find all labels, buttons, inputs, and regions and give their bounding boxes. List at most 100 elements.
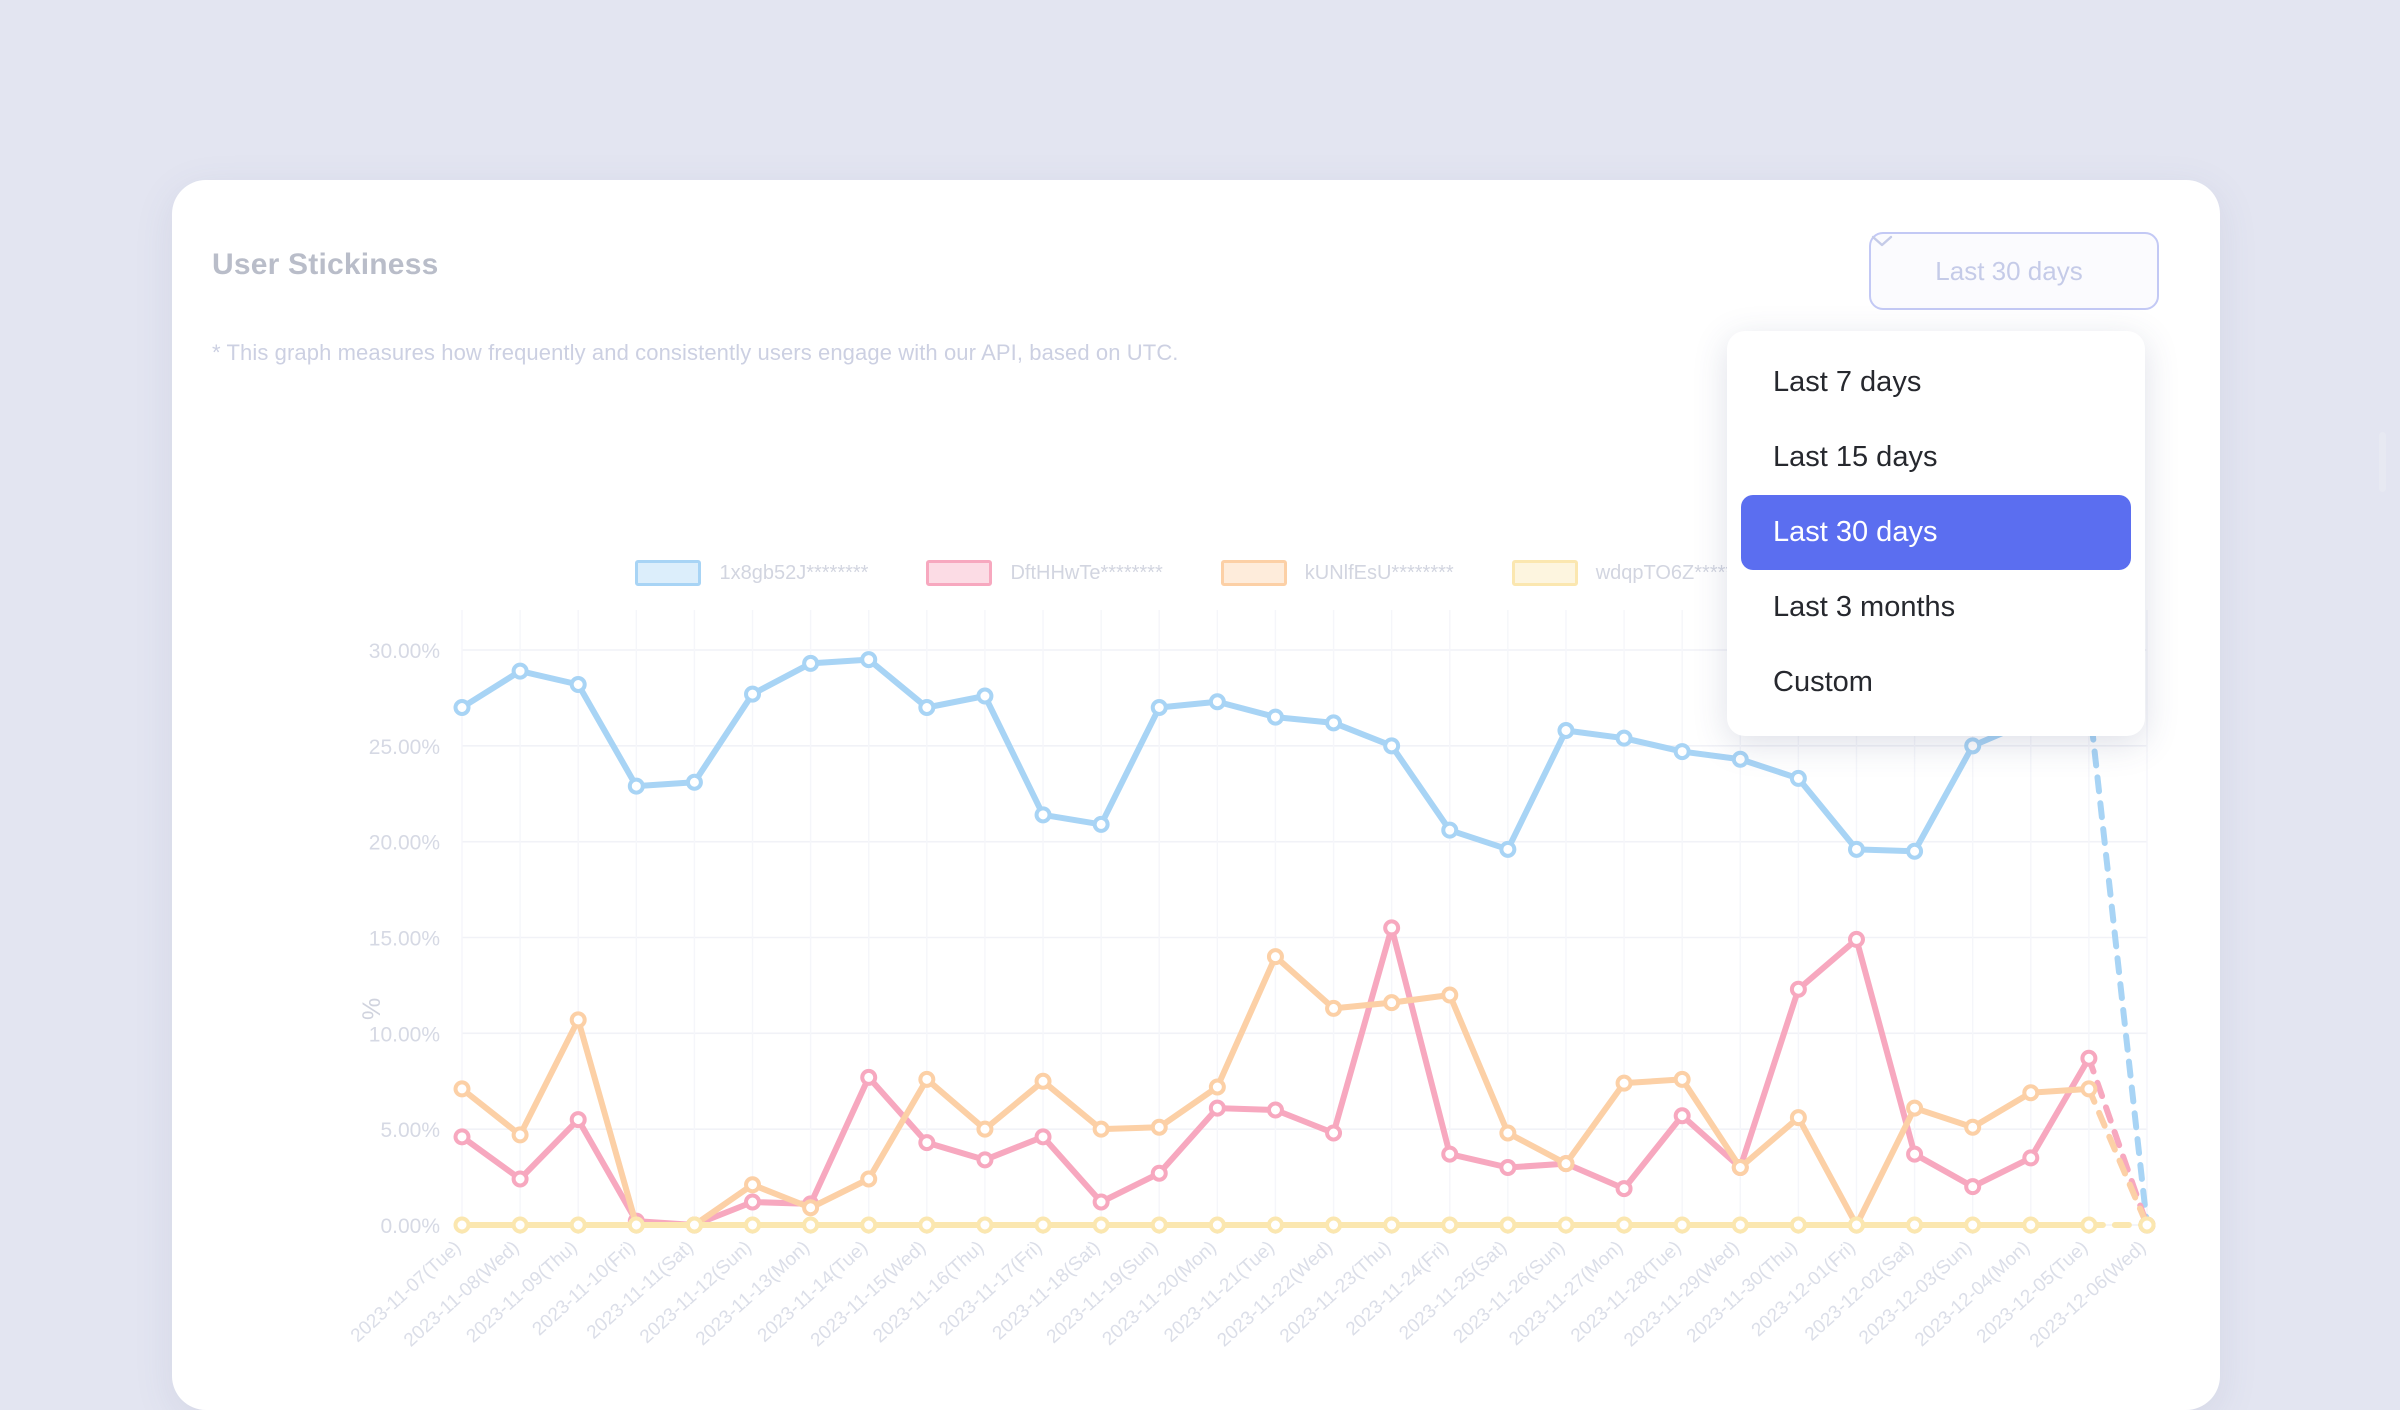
- data-point[interactable]: [1383, 994, 1401, 1012]
- data-point[interactable]: [1325, 1216, 1343, 1234]
- data-point[interactable]: [1325, 999, 1343, 1017]
- menu-item-last-30-days[interactable]: Last 30 days: [1741, 495, 2131, 570]
- data-point[interactable]: [802, 654, 820, 672]
- data-point[interactable]: [569, 1216, 587, 1234]
- data-point[interactable]: [802, 1199, 820, 1217]
- data-point[interactable]: [1034, 1128, 1052, 1146]
- data-point[interactable]: [1208, 1099, 1226, 1117]
- date-range-dropdown-menu[interactable]: Last 7 days Last 15 days Last 30 days La…: [1727, 331, 2145, 736]
- vertical-scrollbar[interactable]: [2379, 432, 2386, 492]
- data-point[interactable]: [453, 1128, 471, 1146]
- data-point[interactable]: [1906, 1145, 1924, 1163]
- data-point[interactable]: [1615, 1216, 1633, 1234]
- data-point[interactable]: [1847, 840, 1865, 858]
- data-point[interactable]: [1789, 980, 1807, 998]
- data-point[interactable]: [1964, 1216, 1982, 1234]
- data-point[interactable]: [1208, 1078, 1226, 1096]
- data-point[interactable]: [918, 1216, 936, 1234]
- data-point[interactable]: [569, 1011, 587, 1029]
- data-point[interactable]: [1557, 1216, 1575, 1234]
- data-point[interactable]: [860, 651, 878, 669]
- data-point[interactable]: [1266, 1216, 1284, 1234]
- data-point[interactable]: [976, 687, 994, 705]
- data-point[interactable]: [2022, 1149, 2040, 1167]
- data-point[interactable]: [453, 699, 471, 716]
- data-point[interactable]: [1731, 1216, 1749, 1234]
- data-point[interactable]: [1266, 708, 1284, 726]
- data-point[interactable]: [1325, 1124, 1343, 1142]
- data-point[interactable]: [802, 1216, 820, 1234]
- data-point[interactable]: [918, 1070, 936, 1088]
- data-point[interactable]: [1034, 1216, 1052, 1234]
- data-point[interactable]: [511, 662, 529, 680]
- data-point[interactable]: [569, 676, 587, 693]
- data-point[interactable]: [976, 1120, 994, 1138]
- data-point[interactable]: [1441, 1216, 1459, 1234]
- data-point[interactable]: [1964, 1178, 1982, 1196]
- data-point[interactable]: [1673, 743, 1691, 761]
- data-point[interactable]: [2022, 1084, 2040, 1102]
- data-point[interactable]: [1092, 1193, 1110, 1211]
- data-point[interactable]: [1789, 1216, 1807, 1234]
- data-point[interactable]: [1615, 1180, 1633, 1198]
- data-point[interactable]: [918, 699, 936, 716]
- data-point[interactable]: [744, 1216, 762, 1234]
- data-point[interactable]: [1615, 1074, 1633, 1092]
- data-point[interactable]: [2080, 1049, 2098, 1067]
- data-point[interactable]: [1499, 1216, 1517, 1234]
- data-point[interactable]: [1557, 1155, 1575, 1173]
- data-point[interactable]: [1906, 1099, 1924, 1117]
- data-point[interactable]: [744, 1193, 762, 1211]
- data-point[interactable]: [453, 1080, 471, 1098]
- data-point[interactable]: [1731, 1159, 1749, 1176]
- data-point[interactable]: [1150, 1164, 1168, 1182]
- data-point[interactable]: [1673, 1070, 1691, 1088]
- data-point[interactable]: [976, 1216, 994, 1234]
- data-point[interactable]: [1150, 699, 1168, 716]
- data-point[interactable]: [1150, 1118, 1168, 1136]
- data-point[interactable]: [1964, 1118, 1982, 1136]
- data-point[interactable]: [1789, 769, 1807, 787]
- menu-item-last-7-days[interactable]: Last 7 days: [1741, 345, 2131, 420]
- data-point[interactable]: [1208, 693, 1226, 711]
- data-point[interactable]: [1150, 1216, 1168, 1234]
- data-point[interactable]: [2022, 1216, 2040, 1234]
- data-point[interactable]: [860, 1170, 878, 1188]
- data-point[interactable]: [860, 1216, 878, 1234]
- data-point[interactable]: [511, 1126, 529, 1144]
- data-point[interactable]: [1499, 840, 1517, 858]
- data-point[interactable]: [627, 1216, 645, 1234]
- menu-item-last-3-months[interactable]: Last 3 months: [1741, 570, 2131, 645]
- data-point[interactable]: [1441, 821, 1459, 839]
- data-point[interactable]: [1847, 930, 1865, 948]
- menu-item-last-15-days[interactable]: Last 15 days: [1741, 420, 2131, 495]
- data-point[interactable]: [1325, 714, 1343, 732]
- data-point[interactable]: [1789, 1109, 1807, 1127]
- data-point[interactable]: [1383, 737, 1401, 755]
- data-point[interactable]: [685, 1216, 703, 1234]
- data-point[interactable]: [1383, 919, 1401, 937]
- data-point[interactable]: [2080, 1216, 2098, 1234]
- data-point[interactable]: [1092, 815, 1110, 833]
- data-point[interactable]: [1034, 806, 1052, 824]
- data-point[interactable]: [1847, 1216, 1865, 1234]
- data-point[interactable]: [511, 1216, 529, 1234]
- data-point[interactable]: [1906, 1216, 1924, 1234]
- data-point[interactable]: [1383, 1216, 1401, 1234]
- data-point[interactable]: [1499, 1159, 1517, 1176]
- data-point[interactable]: [1906, 842, 1924, 860]
- data-point[interactable]: [1615, 729, 1633, 747]
- data-point[interactable]: [918, 1134, 936, 1152]
- data-point[interactable]: [2138, 1216, 2156, 1234]
- date-range-dropdown-trigger[interactable]: Last 30 days: [1869, 232, 2159, 310]
- data-point[interactable]: [1964, 737, 1982, 755]
- data-point[interactable]: [1673, 1107, 1691, 1125]
- data-point[interactable]: [1092, 1216, 1110, 1234]
- data-point[interactable]: [1673, 1216, 1691, 1234]
- data-point[interactable]: [453, 1216, 471, 1234]
- data-point[interactable]: [1092, 1120, 1110, 1138]
- data-point[interactable]: [511, 1170, 529, 1188]
- data-point[interactable]: [627, 777, 645, 795]
- menu-item-custom[interactable]: Custom: [1741, 645, 2131, 720]
- data-point[interactable]: [1266, 1101, 1284, 1119]
